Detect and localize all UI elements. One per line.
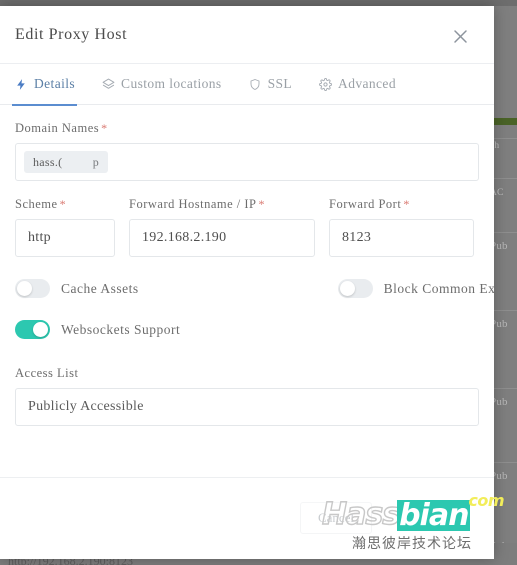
- domain-names-group: Domain Names * hass.( p: [15, 121, 479, 181]
- cancel-button[interactable]: Cancel: [300, 502, 372, 534]
- domain-name-tag-text: hass.(: [33, 154, 63, 169]
- access-list-select[interactable]: Publicly Accessible: [15, 388, 479, 426]
- forward-port-label-text: Forward Port: [329, 197, 402, 211]
- forward-port-label: Forward Port *: [329, 197, 474, 212]
- websockets-support-label: Websockets Support: [61, 321, 181, 337]
- cache-assets-label: Cache Assets: [61, 280, 139, 296]
- cache-assets-toggle[interactable]: [15, 279, 50, 298]
- toggle-knob: [17, 281, 32, 296]
- tab-custom-locations[interactable]: Custom locations: [101, 64, 222, 105]
- websockets-support-toggle[interactable]: [15, 320, 50, 339]
- page-title: Edit Proxy Host: [15, 26, 128, 43]
- modal-header: Edit Proxy Host: [0, 6, 494, 64]
- toggle-knob: [339, 281, 355, 296]
- tab-advanced[interactable]: Advanced: [318, 64, 396, 105]
- forward-hostname-label: Forward Hostname / IP *: [129, 197, 315, 212]
- required-marker: *: [101, 121, 108, 135]
- scheme-label-text: Scheme: [15, 197, 58, 211]
- forward-hostname-label-text: Forward Hostname / IP: [129, 197, 257, 211]
- forwarding-row: Scheme * http Forward Hostname / IP * 192.…: [15, 197, 479, 257]
- required-marker: *: [59, 197, 67, 211]
- tab-details-label: Details: [34, 76, 76, 91]
- block-common-exploits-toggle-cell[interactable]: Block Common Exploits: [337, 279, 494, 298]
- domain-names-label-text: Domain Names: [15, 121, 100, 135]
- screen-root: ch AC Pub Pub Pub Pub Pub http://192.168…: [0, 0, 517, 565]
- scheme-label: Scheme *: [15, 197, 115, 212]
- close-icon[interactable]: [448, 24, 472, 48]
- access-list-label: Access List: [15, 366, 79, 380]
- tab-ssl[interactable]: SSL: [248, 64, 292, 105]
- options-row-2: Websockets Support: [15, 320, 479, 339]
- edit-proxy-host-modal: Edit Proxy Host Details Custom locations…: [0, 6, 494, 559]
- gear-icon: [318, 77, 332, 91]
- domain-names-label: Domain Names *: [15, 121, 479, 136]
- websockets-support-toggle-cell[interactable]: Websockets Support: [15, 320, 180, 339]
- tab-ssl-label: SSL: [267, 76, 293, 91]
- forward-hostname-input[interactable]: 192.168.2.190: [129, 219, 315, 257]
- cache-assets-toggle-cell[interactable]: Cache Assets: [15, 279, 139, 298]
- required-marker: *: [258, 197, 265, 211]
- domain-names-input[interactable]: hass.( p: [15, 143, 479, 181]
- forward-port-group: Forward Port * 8123: [329, 197, 474, 257]
- shield-icon: [248, 77, 262, 91]
- access-list-group: Access List Publicly Accessible: [15, 366, 479, 426]
- required-marker: *: [403, 197, 410, 211]
- modal-body: Domain Names * hass.( p Scheme * http Fo…: [0, 105, 494, 517]
- tab-advanced-label: Advanced: [338, 76, 396, 91]
- forward-port-input[interactable]: 8123: [329, 219, 474, 257]
- options-row-1: Cache Assets Block Common Exploits: [15, 279, 494, 298]
- modal-footer: Cancel: [0, 477, 494, 559]
- block-common-exploits-label: Block Common Exploits: [383, 280, 494, 296]
- tab-custom-locations-label: Custom locations: [121, 76, 222, 91]
- toggle-knob: [33, 322, 48, 337]
- layers-icon: [101, 77, 115, 91]
- domain-name-tag-suffix: p: [92, 154, 99, 169]
- lightning-bolt-icon: [14, 77, 28, 91]
- scheme-group: Scheme * http: [15, 197, 115, 257]
- block-common-exploits-toggle[interactable]: [337, 279, 373, 298]
- forward-hostname-group: Forward Hostname / IP * 192.168.2.190: [129, 197, 315, 257]
- tab-details[interactable]: Details: [11, 64, 78, 106]
- domain-name-tag[interactable]: hass.( p: [24, 151, 108, 173]
- modal-tabs: Details Custom locations SSL Advanced: [0, 64, 494, 106]
- scheme-select[interactable]: http: [15, 219, 115, 257]
